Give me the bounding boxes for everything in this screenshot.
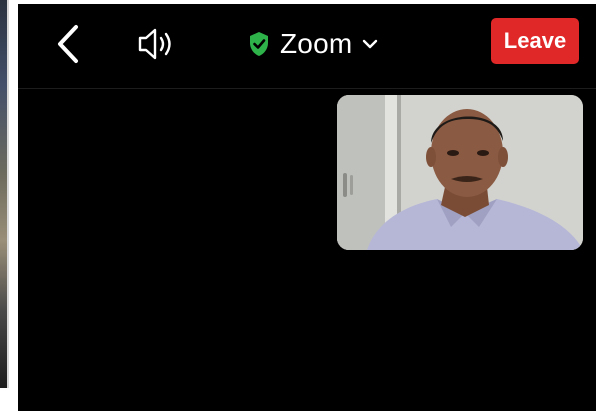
speaker-icon <box>138 28 171 60</box>
chevron-down-icon <box>363 39 378 49</box>
back-button[interactable] <box>54 24 84 64</box>
zoom-meeting-screen: Zoom Leave <box>18 4 596 411</box>
speaker-button[interactable] <box>136 24 180 64</box>
previous-app-edge <box>0 0 9 388</box>
meeting-top-bar: Zoom Leave <box>18 4 596 89</box>
participant-video-thumbnail[interactable] <box>337 95 583 250</box>
meeting-title: Zoom <box>280 28 353 59</box>
leave-button[interactable]: Leave <box>491 18 579 64</box>
shield-check-icon <box>250 32 268 56</box>
chevron-left-icon <box>58 25 78 63</box>
meeting-title-dropdown[interactable]: Zoom <box>248 22 378 66</box>
page-margin <box>0 388 18 411</box>
participant-video-frame <box>337 95 583 250</box>
